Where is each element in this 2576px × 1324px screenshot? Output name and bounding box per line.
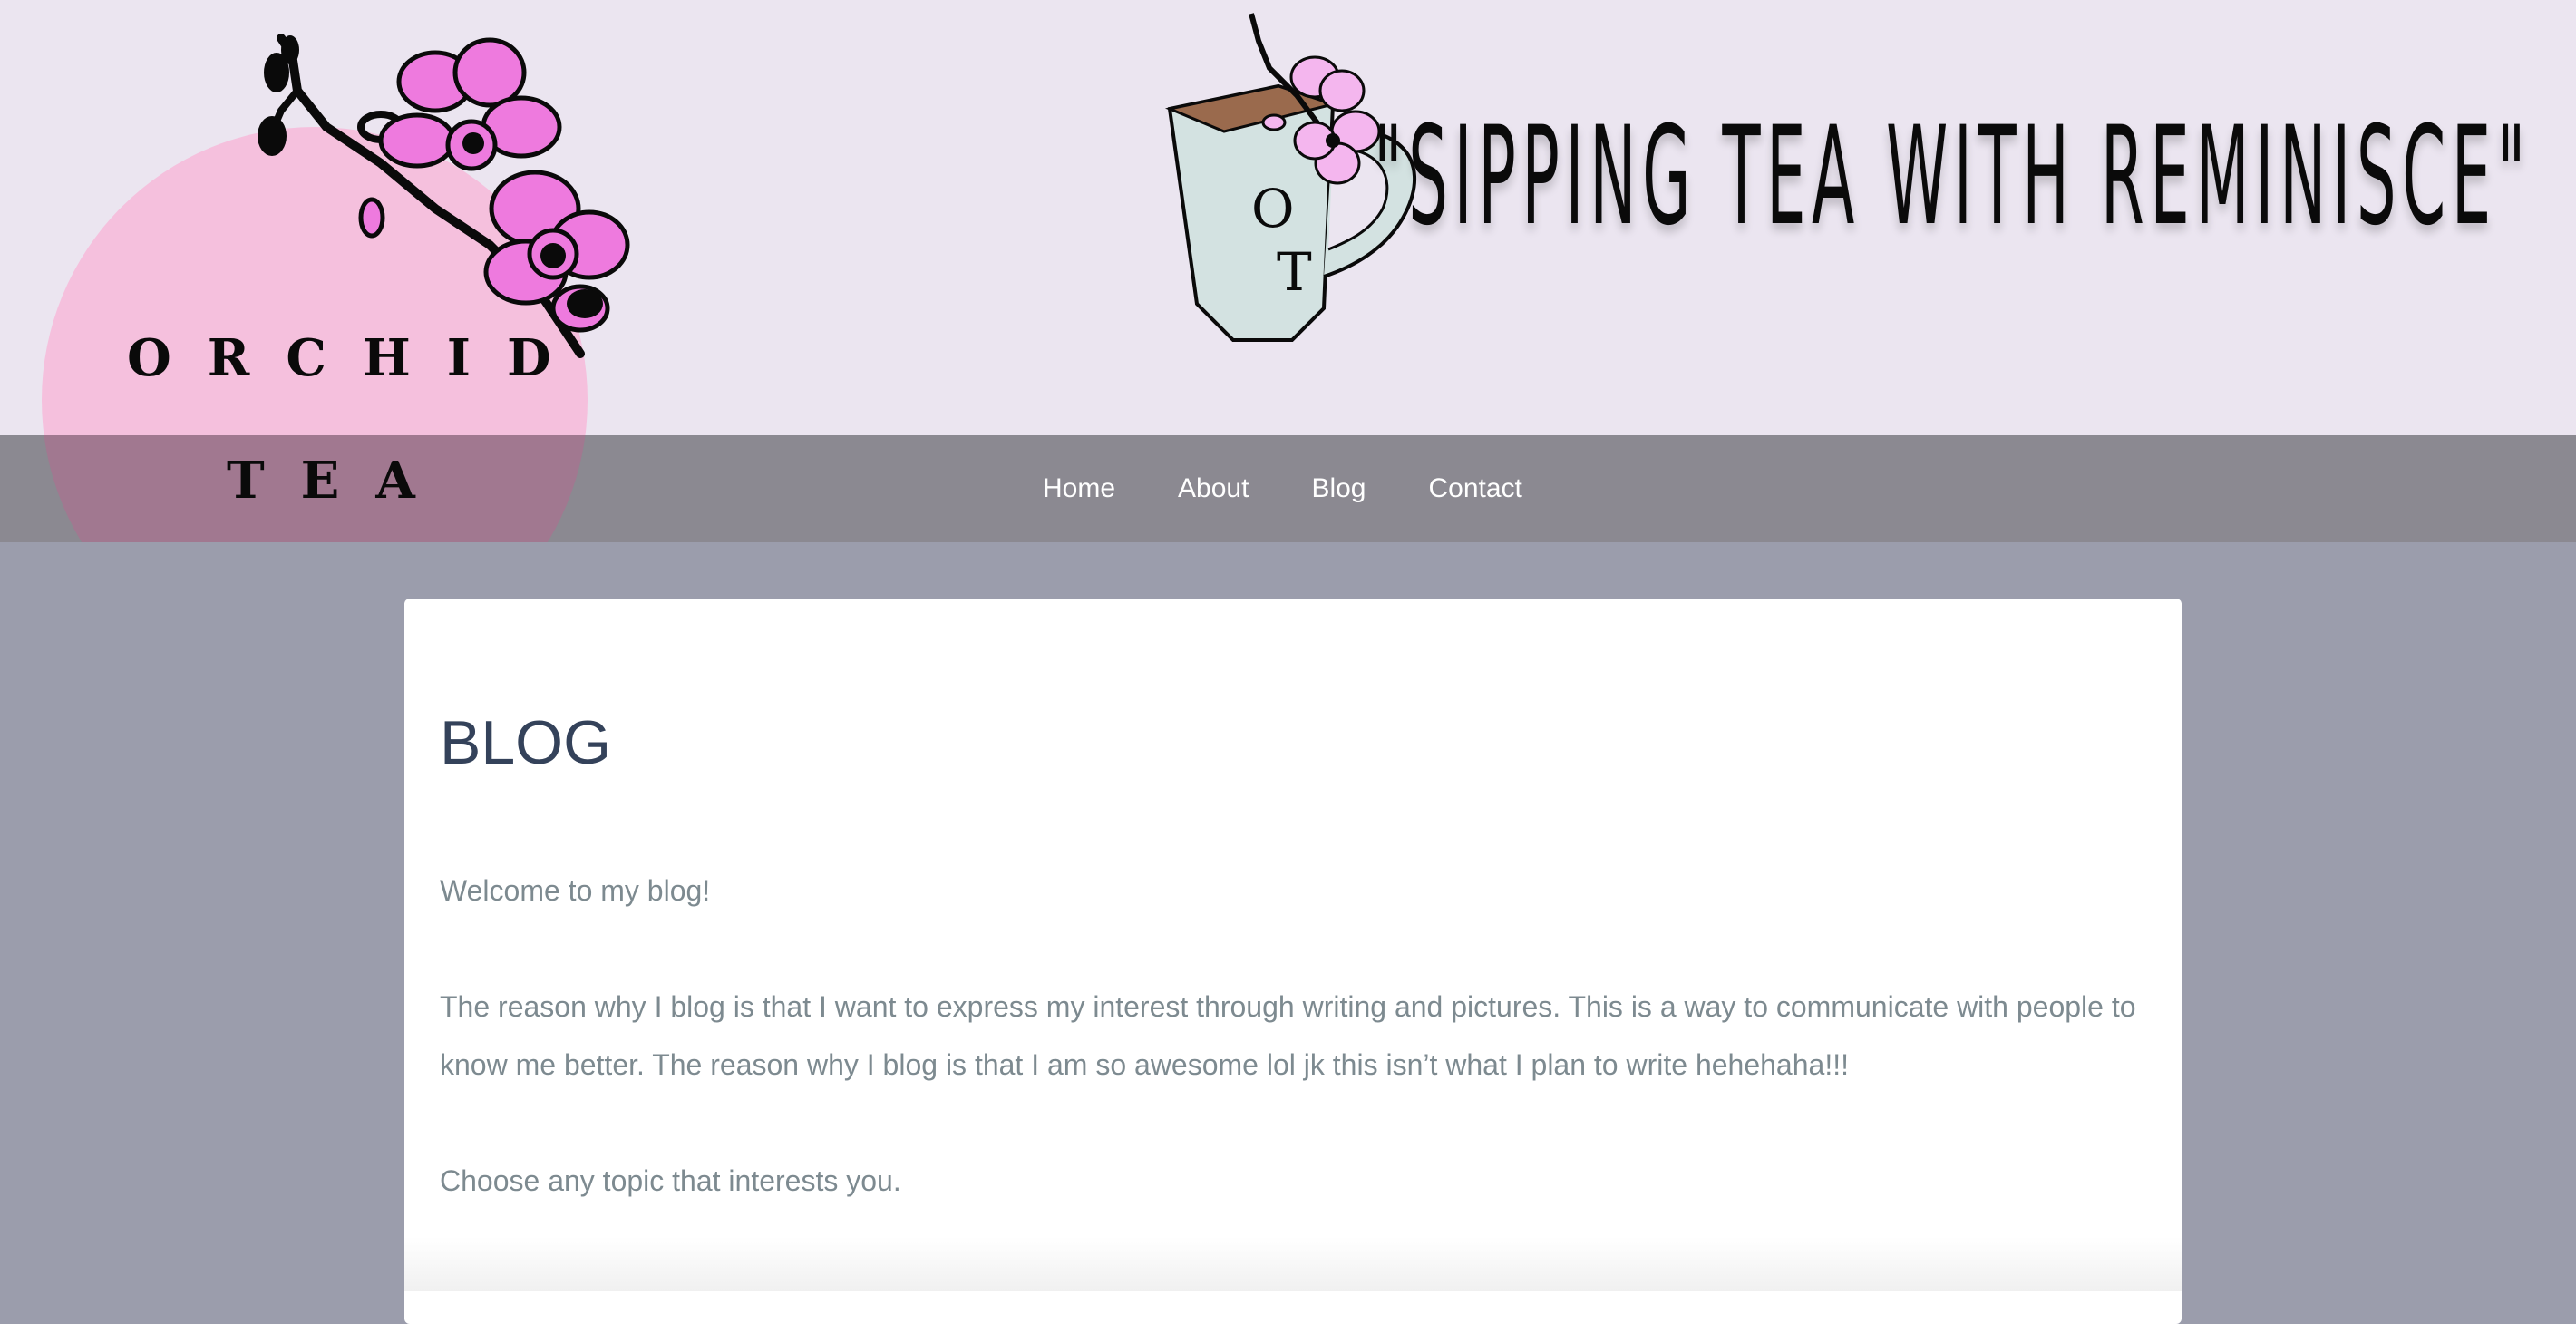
nav-blog-link[interactable]: Blog <box>1311 473 1366 504</box>
logo-word-orchid: ORCHID <box>127 328 588 388</box>
site-header: ORCHID O T "SIPPING TEA WITH REMINISCE" <box>0 0 2576 435</box>
cup-letter-t: T <box>1277 241 1312 303</box>
nav-about-link[interactable]: About <box>1178 473 1249 504</box>
cup-letter-o: O <box>1251 178 1295 239</box>
nav-home-link[interactable]: Home <box>1043 473 1115 504</box>
nav-links: Home About Blog Contact <box>1043 435 1522 542</box>
logo-word-tea: TEA <box>227 451 452 511</box>
blog-topic-text: Choose any topic that interests you. <box>440 1164 901 1197</box>
blog-intro-text: The reason why I blog is that I want to … <box>440 990 2136 1081</box>
blog-welcome-text: Welcome to my blog! <box>440 874 711 907</box>
blog-card: BLOG Welcome to my blog! The reason why … <box>404 599 2182 1324</box>
card-bottom-fade <box>404 1237 2182 1291</box>
site-tagline: "SIPPING TEA WITH REMINISCE" <box>1374 98 2532 256</box>
page-title: BLOG <box>440 708 611 777</box>
nav-contact-link[interactable]: Contact <box>1428 473 1521 504</box>
